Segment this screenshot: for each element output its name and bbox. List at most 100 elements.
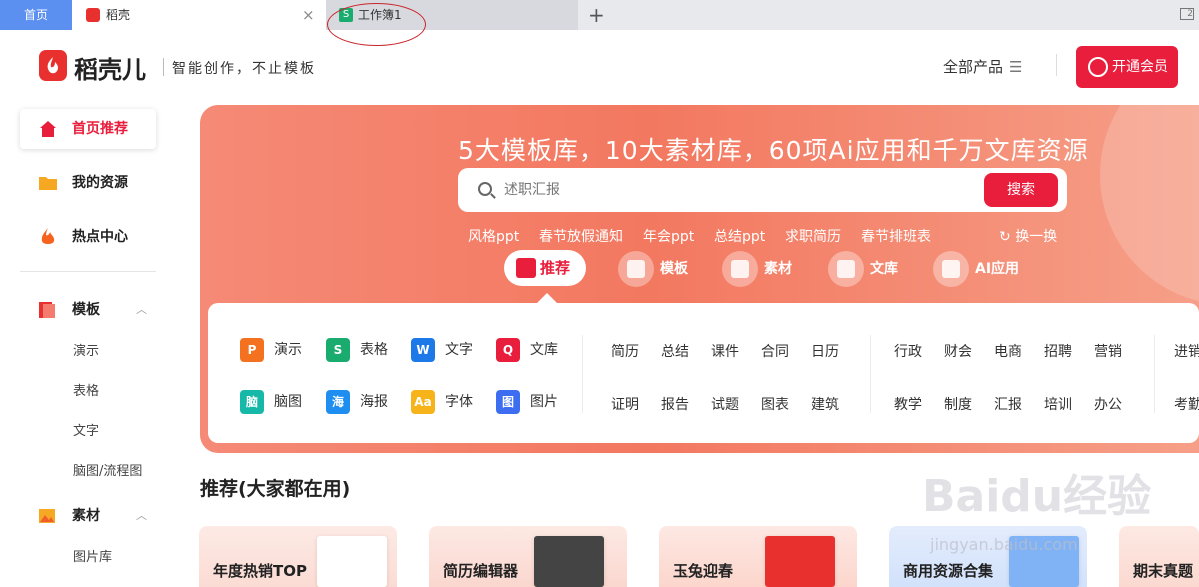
search-box: 搜索 bbox=[458, 168, 1067, 212]
close-icon[interactable]: × bbox=[302, 0, 315, 30]
category-link[interactable]: 办公 bbox=[1094, 394, 1122, 414]
card-title: 玉兔迎春 bbox=[673, 562, 734, 580]
search-button[interactable]: 搜索 bbox=[984, 173, 1058, 207]
category-link[interactable]: 行政 bbox=[894, 341, 922, 361]
category-link[interactable]: 招聘 bbox=[1044, 341, 1072, 361]
hot-search-link[interactable]: 春节排班表 bbox=[861, 226, 931, 246]
chevron-up-icon[interactable]: ︿ bbox=[136, 501, 147, 531]
search-input[interactable] bbox=[504, 178, 984, 202]
divider bbox=[1154, 335, 1155, 413]
sidebar-item-image-library[interactable]: 图片库 bbox=[73, 546, 112, 565]
all-products-menu[interactable]: 全部产品 ☰ bbox=[943, 56, 1022, 77]
hot-search-link[interactable]: 总结ppt bbox=[714, 226, 765, 246]
tool-writer[interactable]: W 文字 bbox=[411, 338, 473, 362]
tool-image[interactable]: 图图片 bbox=[496, 390, 558, 414]
tab-home[interactable]: 首页 bbox=[0, 0, 72, 30]
tool-spreadsheet[interactable]: S 表格 bbox=[326, 338, 388, 362]
sidebar-item-my-resources[interactable]: 我的资源 bbox=[20, 163, 156, 203]
refresh-button[interactable]: ↻ 换一换 bbox=[999, 226, 1057, 246]
category-link[interactable]: 建筑 bbox=[811, 394, 839, 414]
hot-search-link[interactable]: 年会ppt bbox=[643, 226, 694, 246]
category-link[interactable]: 财会 bbox=[944, 341, 972, 361]
tool-poster[interactable]: 海海报 bbox=[326, 390, 388, 414]
category-link[interactable]: 课件 bbox=[711, 341, 739, 361]
card-thumbnail bbox=[534, 536, 604, 587]
category-label: 素材 bbox=[764, 261, 792, 277]
menu-icon: ☰ bbox=[1009, 58, 1023, 76]
sidebar-item-hot-center[interactable]: 热点中心 bbox=[20, 217, 156, 257]
divider bbox=[20, 271, 156, 272]
category-link[interactable]: 教学 bbox=[894, 394, 922, 414]
category-link[interactable]: 简历 bbox=[611, 341, 639, 361]
category-link[interactable]: 汇报 bbox=[994, 394, 1022, 414]
category-link[interactable]: 证明 bbox=[611, 394, 639, 414]
tab-docer[interactable]: 稻壳 × bbox=[72, 0, 326, 30]
sidebar-item-label: 我的资源 bbox=[72, 175, 128, 191]
refresh-label: 换一换 bbox=[1015, 229, 1058, 245]
tool-label: 字体 bbox=[445, 394, 473, 410]
vip-icon bbox=[1088, 57, 1108, 77]
category-link[interactable]: 图表 bbox=[761, 394, 789, 414]
category-link[interactable]: 进销 bbox=[1174, 341, 1199, 361]
recommend-card[interactable]: 简历编辑器 bbox=[429, 526, 627, 587]
template-icon bbox=[618, 251, 654, 287]
recommend-card[interactable]: 年度热销TOP bbox=[199, 526, 397, 587]
docer-logo-icon[interactable] bbox=[39, 50, 67, 81]
decoration bbox=[1100, 105, 1199, 305]
hot-search-link[interactable]: 风格ppt bbox=[468, 226, 519, 246]
category-link[interactable]: 试题 bbox=[711, 394, 739, 414]
category-link[interactable]: 电商 bbox=[994, 341, 1022, 361]
sidebar-group-materials[interactable]: 素材 ︿ bbox=[20, 501, 156, 531]
folder-icon bbox=[39, 177, 57, 190]
divider bbox=[163, 58, 164, 76]
tool-label: 文字 bbox=[445, 342, 473, 358]
category-label: 推荐 bbox=[540, 259, 571, 277]
category-link[interactable]: 合同 bbox=[761, 341, 789, 361]
tool-label: 文库 bbox=[530, 342, 558, 358]
category-link[interactable]: 日历 bbox=[811, 341, 839, 361]
category-tab-recommend[interactable]: 推荐 bbox=[504, 250, 586, 286]
category-link[interactable]: 考勤 bbox=[1174, 394, 1199, 414]
open-vip-button[interactable]: 开通会员 bbox=[1076, 46, 1178, 88]
sidebar-item-writer[interactable]: 文字 bbox=[73, 420, 99, 439]
tool-presentation[interactable]: P 演示 bbox=[240, 338, 302, 362]
divider bbox=[582, 335, 583, 413]
thumbs-up-icon bbox=[516, 258, 536, 278]
brand-name[interactable]: 稻壳儿 bbox=[74, 50, 146, 85]
category-link[interactable]: 制度 bbox=[944, 394, 972, 414]
window-count-icon[interactable]: 2 bbox=[1180, 8, 1194, 20]
recommend-card[interactable]: 玉兔迎春 bbox=[659, 526, 857, 587]
category-link[interactable]: 培训 bbox=[1044, 394, 1072, 414]
recommend-card[interactable]: 期末真题 bbox=[1119, 526, 1199, 587]
sidebar-item-spreadsheet[interactable]: 表格 bbox=[73, 380, 99, 399]
tool-label: 海报 bbox=[360, 394, 388, 410]
category-link[interactable]: 营销 bbox=[1094, 341, 1122, 361]
category-label: AI应用 bbox=[975, 261, 1020, 277]
sidebar-item-label: 热点中心 bbox=[72, 229, 128, 245]
poster-icon: 海 bbox=[326, 390, 350, 414]
hot-search-link[interactable]: 春节放假通知 bbox=[539, 226, 623, 246]
tab-bar: 首页 稻壳 × S 工作簿1 + 2 bbox=[0, 0, 1199, 46]
sidebar-group-templates[interactable]: 模板 ︿ bbox=[20, 295, 156, 325]
hero-banner: 5大模板库，10大素材库，60项Ai应用和千万文库资源 搜索 风格ppt 春节放… bbox=[200, 105, 1199, 453]
image-icon bbox=[722, 251, 758, 287]
chevron-up-icon[interactable]: ︿ bbox=[136, 295, 147, 325]
sidebar-item-mindmap[interactable]: 脑图/流程图 bbox=[73, 460, 142, 479]
sidebar-item-home[interactable]: 首页推荐 bbox=[20, 109, 156, 149]
template-icon bbox=[39, 302, 55, 318]
tool-mindmap[interactable]: 脑脑图 bbox=[240, 390, 302, 414]
mindmap-icon: 脑 bbox=[240, 390, 264, 414]
baidu-watermark-url: jingyan.baidu.com bbox=[930, 535, 1078, 554]
home-icon bbox=[40, 121, 56, 137]
category-label: 文库 bbox=[870, 261, 898, 277]
category-link[interactable]: 报告 bbox=[661, 394, 689, 414]
new-tab-button[interactable]: + bbox=[588, 0, 605, 30]
writer-icon: W bbox=[411, 338, 435, 362]
hot-search-link[interactable]: 求职简历 bbox=[785, 226, 841, 246]
category-link[interactable]: 总结 bbox=[661, 341, 689, 361]
tab-docer-label: 稻壳 bbox=[106, 8, 131, 22]
tool-library[interactable]: Q 文库 bbox=[496, 338, 558, 362]
sidebar-item-presentation[interactable]: 演示 bbox=[73, 340, 99, 359]
banner-title: 5大模板库，10大素材库，60项Ai应用和千万文库资源 bbox=[458, 136, 1089, 165]
tool-font[interactable]: Aa 字体 bbox=[411, 390, 473, 414]
